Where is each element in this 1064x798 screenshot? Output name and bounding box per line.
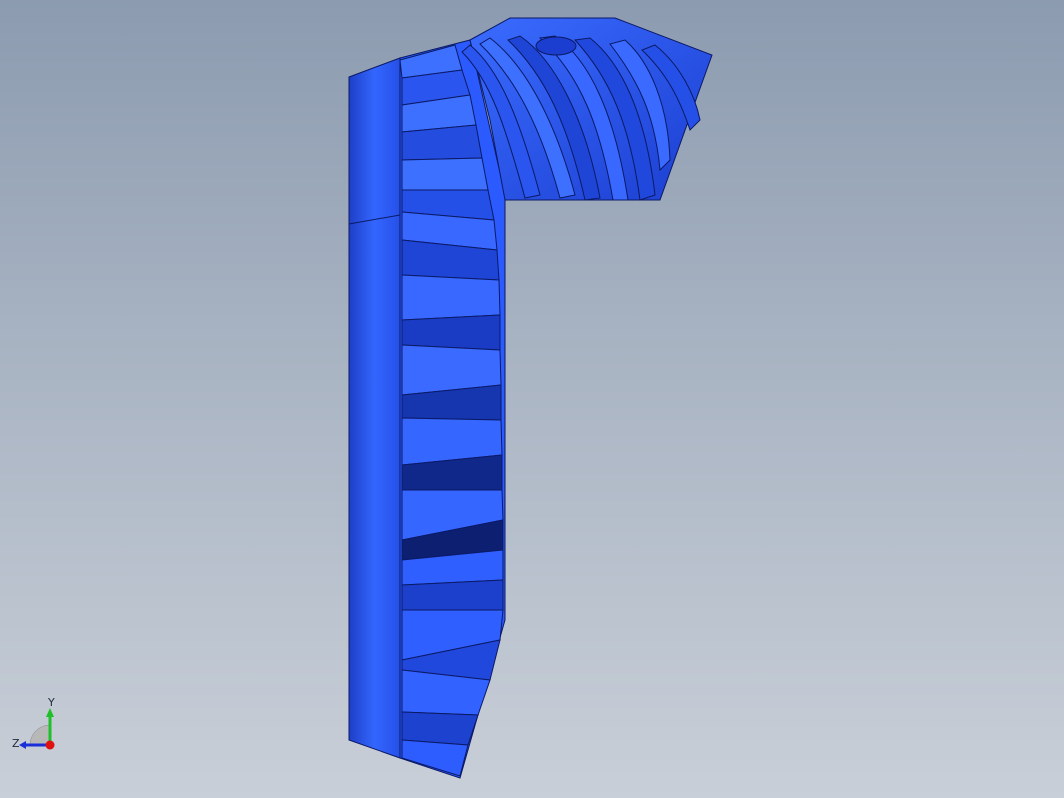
gear-hub-face <box>348 57 401 759</box>
z-axis-label: Z <box>12 737 20 750</box>
orientation-triad[interactable]: Y Z <box>0 690 70 760</box>
3d-viewport[interactable]: Y Z <box>0 0 1064 798</box>
y-axis-arrow <box>46 708 54 717</box>
x-axis-dot <box>45 740 55 750</box>
bevel-gear-model[interactable] <box>0 0 1064 798</box>
z-axis-arrow <box>19 741 26 749</box>
y-axis-label: Y <box>47 696 55 709</box>
